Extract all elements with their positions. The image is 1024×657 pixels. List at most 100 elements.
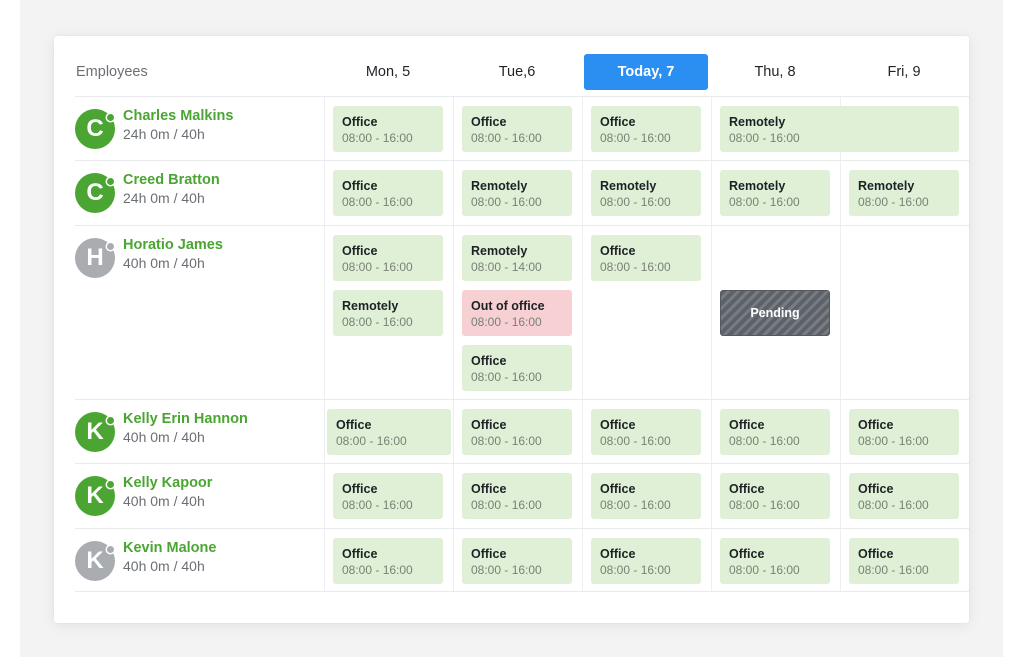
day-header[interactable]: Thu, 8 [713,54,837,90]
employee-name[interactable]: Creed Bratton [123,171,220,189]
column-divider [711,97,712,160]
shift-block[interactable]: Office 08:00 - 16:00 [591,538,701,584]
shift-time: 08:00 - 16:00 [600,131,671,145]
shift-block[interactable]: Office 08:00 - 16:00 [462,106,572,152]
shift-block[interactable]: Office 08:00 - 16:00 [333,170,443,216]
shift-time: 08:00 - 16:00 [858,498,929,512]
column-divider [711,400,712,463]
shift-block[interactable]: Remotely 08:00 - 16:00 [849,170,959,216]
shift-type: Out of office [471,299,545,313]
shift-block[interactable]: Office 08:00 - 16:00 [333,235,443,281]
shift-block[interactable]: Office 08:00 - 16:00 [462,345,572,391]
column-divider [324,161,325,225]
column-divider [840,464,841,528]
shift-block[interactable]: Remotely 08:00 - 16:00 [462,170,572,216]
employee-hours: 40h 0m / 40h [123,558,205,574]
employee-hours: 40h 0m / 40h [123,429,205,445]
shift-type: Office [471,547,507,561]
out-of-office-shift-block[interactable]: Out of office 08:00 - 16:00 [462,290,572,336]
column-divider [582,464,583,528]
shift-time: 08:00 - 16:00 [729,434,800,448]
status-dot-icon [107,546,114,553]
avatar-initial: H [86,244,104,271]
day-header[interactable]: Tue,6 [455,54,579,90]
shift-type: Office [600,418,636,432]
shift-block[interactable]: Office 08:00 - 16:00 [333,538,443,584]
column-divider [582,529,583,591]
shift-block[interactable]: Office 08:00 - 16:00 [849,473,959,519]
employee-name[interactable]: Kelly Erin Hannon [123,410,248,428]
day-header-today[interactable]: Today, 7 [584,54,708,90]
shift-time: 08:00 - 16:00 [471,563,542,577]
shift-block[interactable]: Remotely 08:00 - 16:00 [720,106,959,152]
employee-cell[interactable]: K Kelly Kapoor 40h 0m / 40h [75,474,212,516]
shift-block[interactable]: Office 08:00 - 16:00 [462,409,572,455]
column-divider [711,161,712,225]
shift-type: Office [471,115,507,129]
shift-type: Office [342,547,378,561]
employee-name[interactable]: Kevin Malone [123,539,216,557]
shift-type: Office [729,547,765,561]
shift-block[interactable]: Office 08:00 - 16:00 [849,409,959,455]
avatar: C [75,109,115,149]
shift-time: 08:00 - 16:00 [858,195,929,209]
shift-type: Office [600,547,636,561]
shift-block[interactable]: Office 08:00 - 16:00 [591,106,701,152]
column-divider [324,529,325,591]
column-divider [840,529,841,591]
shift-type: Remotely [600,179,657,193]
avatar: K [75,476,115,516]
shift-time: 08:00 - 16:00 [600,434,671,448]
status-dot-icon [107,178,114,185]
shift-type: Office [342,482,378,496]
pending-shift-block[interactable]: Pending [720,290,830,336]
employee-row: K Kevin Malone 40h 0m / 40h Office 08:00 - 1… [75,528,969,592]
shift-block[interactable]: Office 08:00 - 16:00 [849,538,959,584]
employee-cell[interactable]: C Creed Bratton 24h 0m / 40h [75,171,220,213]
shift-time: 08:00 - 16:00 [600,195,671,209]
employee-cell[interactable]: C Charles Malkins 24h 0m / 40h [75,107,233,149]
employee-cell[interactable]: K Kevin Malone 40h 0m / 40h [75,539,216,581]
shift-block[interactable]: Office 08:00 - 16:00 [333,106,443,152]
shift-block[interactable]: Remotely 08:00 - 14:00 [462,235,572,281]
employee-hours: 40h 0m / 40h [123,493,205,509]
shift-time: 08:00 - 16:00 [342,260,413,274]
day-header[interactable]: Mon, 5 [326,54,450,90]
column-divider [453,529,454,591]
employee-cell[interactable]: K Kelly Erin Hannon 40h 0m / 40h [75,410,248,452]
shift-type: Office [858,418,894,432]
shift-block[interactable]: Office 08:00 - 16:00 [462,538,572,584]
shift-block[interactable]: Office 08:00 - 16:00 [591,473,701,519]
shift-block[interactable]: Remotely 08:00 - 16:00 [591,170,701,216]
shift-block[interactable]: Office 08:00 - 16:00 [591,235,701,281]
pending-label: Pending [750,306,800,320]
column-divider [453,464,454,528]
shift-block[interactable]: Office 08:00 - 16:00 [462,473,572,519]
employee-name[interactable]: Charles Malkins [123,107,233,125]
shift-type: Remotely [729,179,786,193]
column-divider [324,400,325,463]
day-header[interactable]: Fri, 9 [842,54,966,90]
column-divider [324,226,325,399]
shift-block[interactable]: Office 08:00 - 16:00 [720,538,830,584]
shift-block[interactable]: Office 08:00 - 16:00 [327,409,451,455]
shift-time: 08:00 - 16:00 [471,498,542,512]
shift-block[interactable]: Office 08:00 - 16:00 [591,409,701,455]
shift-type: Office [729,482,765,496]
shift-block[interactable]: Office 08:00 - 16:00 [720,409,830,455]
shift-block[interactable]: Remotely 08:00 - 16:00 [333,290,443,336]
shift-block[interactable]: Office 08:00 - 16:00 [720,473,830,519]
shift-block[interactable]: Remotely 08:00 - 16:00 [720,170,830,216]
shift-block[interactable]: Office 08:00 - 16:00 [333,473,443,519]
employee-name[interactable]: Horatio James [123,236,223,254]
column-divider [582,226,583,399]
shift-type: Office [336,418,372,432]
status-dot-icon [107,417,114,424]
shift-type: Office [858,547,894,561]
shift-type: Office [471,354,507,368]
shift-type: Office [729,418,765,432]
employee-name[interactable]: Kelly Kapoor [123,474,212,492]
column-divider [711,464,712,528]
employee-cell[interactable]: H Horatio James 40h 0m / 40h [75,236,223,278]
shift-type: Remotely [858,179,915,193]
